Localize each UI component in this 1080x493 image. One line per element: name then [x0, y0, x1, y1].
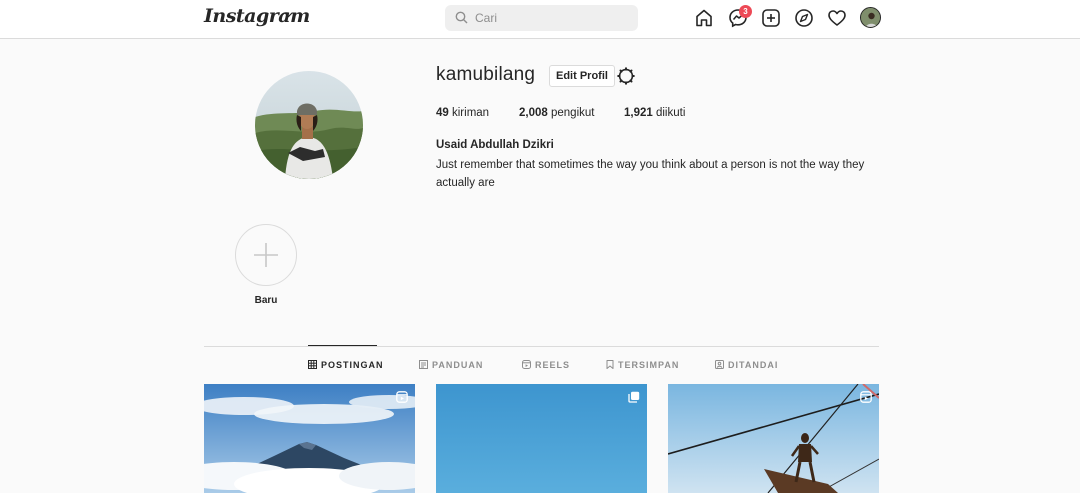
- reels-icon: [860, 391, 872, 403]
- profile-username: kamubilang: [436, 64, 536, 85]
- guide-icon: [419, 360, 428, 369]
- activity-heart-icon[interactable]: [827, 8, 847, 28]
- tab-saved-label: TERSIMPAN: [618, 360, 680, 370]
- tabs-divider: [204, 346, 879, 347]
- following-count: 1,921: [624, 107, 653, 119]
- new-highlight-button[interactable]: [235, 224, 297, 286]
- post-image-mountain: [204, 384, 415, 493]
- post-image-sky: [436, 384, 647, 493]
- chevron-down-icon[interactable]: [284, 12, 293, 18]
- explore-icon[interactable]: [794, 8, 814, 28]
- following-label: diikuti: [655, 107, 686, 119]
- tab-tagged-label: DITANDAI: [728, 360, 779, 370]
- tab-reels[interactable]: REELS: [522, 360, 570, 370]
- posts-label: kiriman: [452, 107, 490, 119]
- post-thumbnail[interactable]: [204, 384, 415, 493]
- search-input[interactable]: [475, 5, 630, 31]
- followers-label: pengikut: [550, 107, 595, 119]
- new-post-icon[interactable]: [761, 8, 781, 28]
- tab-saved[interactable]: TERSIMPAN: [606, 360, 679, 370]
- profile-photo: [255, 71, 363, 179]
- grid-icon: [308, 360, 317, 369]
- plus-icon: [254, 243, 278, 267]
- search-bar[interactable]: [445, 5, 638, 31]
- tab-posts-label: POSTINGAN: [321, 360, 384, 370]
- reels-icon: [396, 391, 408, 403]
- avatar-photo: [861, 8, 880, 27]
- profile-avatar[interactable]: [860, 7, 881, 28]
- post-thumbnail[interactable]: [668, 384, 879, 493]
- search-icon: [455, 11, 468, 24]
- post-image-boat: [668, 384, 879, 493]
- profile-bio: Just remember that sometimes the way you…: [436, 159, 865, 189]
- highlight-label: Baru: [254, 295, 278, 306]
- tab-reels-label: REELS: [535, 360, 571, 370]
- carousel-icon: [628, 391, 640, 403]
- profile-picture[interactable]: [255, 71, 363, 179]
- top-navigation-bar: Instagram 3: [0, 0, 1080, 39]
- stat-posts: 49 kiriman: [436, 107, 489, 119]
- bookmark-icon: [606, 360, 614, 369]
- reels-icon: [522, 360, 531, 369]
- home-icon[interactable]: [694, 8, 714, 28]
- edit-profile-button[interactable]: Edit Profil: [549, 65, 615, 87]
- notification-badge: 3: [739, 5, 752, 18]
- tab-guides[interactable]: PANDUAN: [419, 360, 483, 370]
- tab-posts[interactable]: POSTINGAN: [308, 360, 384, 370]
- posts-count: 49: [436, 107, 449, 119]
- post-thumbnail[interactable]: [436, 384, 647, 493]
- stat-following[interactable]: 1,921 diikuti: [624, 107, 685, 119]
- settings-gear-icon[interactable]: [617, 67, 635, 85]
- tab-guides-label: PANDUAN: [432, 360, 484, 370]
- followers-count: 2,008: [519, 107, 548, 119]
- tab-tagged[interactable]: DITANDAI: [715, 360, 778, 370]
- stat-followers[interactable]: 2,008 pengikut: [519, 107, 594, 119]
- instagram-logo[interactable]: Instagram: [204, 5, 310, 27]
- tagged-icon: [715, 360, 724, 369]
- profile-full-name: Usaid Abdullah Dzikri: [436, 139, 554, 151]
- active-tab-indicator: [308, 345, 377, 346]
